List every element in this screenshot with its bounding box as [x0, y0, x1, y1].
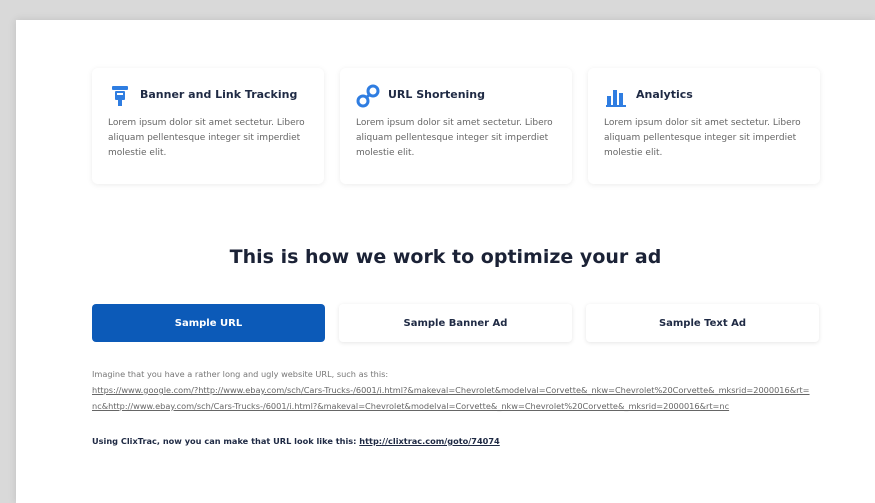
- page-panel: Banner and Link Tracking Lorem ipsum dol…: [16, 20, 875, 503]
- feature-description: Lorem ipsum dolor sit amet sectetur. Lib…: [108, 118, 305, 158]
- feature-title: Banner and Link Tracking: [140, 88, 298, 101]
- result-text: Using ClixTrac, now you can make that UR…: [92, 436, 812, 446]
- feature-title: URL Shortening: [388, 88, 486, 101]
- result-prefix: Using ClixTrac, now you can make that UR…: [92, 436, 360, 446]
- feature-card-banner-tracking: Banner and Link Tracking Lorem ipsum dol…: [92, 68, 324, 184]
- banner-tracking-icon: [108, 84, 132, 108]
- tab-sample-url[interactable]: Sample URL: [92, 304, 325, 342]
- feature-title: Analytics: [636, 88, 693, 101]
- feature-cards: Banner and Link Tracking Lorem ipsum dol…: [92, 68, 822, 186]
- tab-content: Imagine that you have a rather long and …: [92, 366, 812, 446]
- feature-card-analytics: Analytics Lorem ipsum dolor sit amet sec…: [588, 68, 820, 184]
- tab-sample-banner-ad[interactable]: Sample Banner Ad: [339, 304, 572, 342]
- feature-description: Lorem ipsum dolor sit amet sectetur. Lib…: [604, 118, 801, 158]
- link-icon: [356, 84, 380, 108]
- feature-card-url-shortening: URL Shortening Lorem ipsum dolor sit ame…: [340, 68, 572, 184]
- tab-sample-text-ad[interactable]: Sample Text Ad: [586, 304, 819, 342]
- sample-tabs: Sample URL Sample Banner Ad Sample Text …: [92, 304, 819, 344]
- long-url-link[interactable]: https://www.google.com/?http://www.ebay.…: [92, 382, 812, 414]
- feature-description: Lorem ipsum dolor sit amet sectetur. Lib…: [356, 118, 553, 158]
- section-title: This is how we work to optimize your ad: [229, 246, 662, 268]
- short-url-link[interactable]: http://clixtrac.com/goto/74074: [359, 436, 499, 446]
- intro-text: Imagine that you have a rather long and …: [92, 369, 389, 379]
- analytics-icon: [604, 84, 628, 108]
